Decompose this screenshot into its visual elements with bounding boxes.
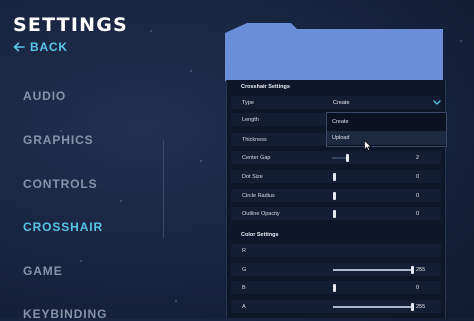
circle-radius-label: Circle Radius [242, 193, 275, 199]
color-b-label: B [242, 285, 246, 291]
dot-size-slider-handle[interactable] [333, 173, 336, 181]
color-b-value: 0 [416, 285, 420, 291]
nav-item-audio[interactable]: AUDIO [23, 89, 66, 103]
page-title: SETTINGS [13, 14, 128, 36]
circle-radius-value: 0 [416, 193, 420, 199]
color-a-row: A 255 [231, 300, 441, 313]
center-gap-label: Center Gap [242, 155, 271, 161]
nav-item-controls[interactable]: CONTROLS [23, 177, 98, 191]
dropdown-option-create-label: Create [332, 119, 349, 125]
color-a-label: A [242, 304, 246, 310]
nav-item-keybinding[interactable]: KEYBINDING [23, 307, 107, 321]
dot-size-value: 0 [416, 174, 420, 180]
panel-header-tab [225, 23, 443, 81]
dropdown-option-upload-label: Upload [332, 135, 350, 141]
nav-item-game[interactable]: GAME [23, 264, 63, 278]
nav-item-graphics[interactable]: GRAPHICS [23, 133, 94, 147]
circle-radius-slider-handle[interactable] [333, 192, 336, 200]
color-g-label: G [242, 267, 247, 273]
arrow-left-icon [13, 42, 25, 52]
color-a-slider-handle[interactable] [411, 303, 414, 311]
outline-opacity-value: 0 [416, 211, 420, 217]
color-settings-title: Color Settings [241, 232, 279, 238]
color-g-value: 255 [416, 267, 426, 273]
dropdown-option-create[interactable]: Create [327, 115, 446, 129]
center-gap-value: 2 [416, 155, 420, 161]
back-button[interactable]: BACK [13, 40, 68, 54]
crosshair-settings-title: Crosshair Settings [241, 84, 290, 90]
nav-divider [163, 140, 164, 238]
color-b-row: B 0 [231, 281, 441, 294]
outline-opacity-slider-handle[interactable] [333, 210, 336, 218]
color-a-value: 255 [416, 304, 426, 310]
outline-opacity-label: Outline Opacity [242, 211, 280, 217]
dot-size-row: Dot Size 0 [231, 170, 441, 183]
center-gap-slider-handle[interactable] [346, 154, 349, 162]
color-r-row: R [231, 244, 441, 257]
back-label: BACK [30, 40, 68, 54]
color-g-slider-handle[interactable] [411, 266, 414, 274]
mouse-cursor-icon [364, 140, 372, 151]
color-g-slider[interactable] [333, 269, 413, 271]
circle-radius-row: Circle Radius 0 [231, 189, 441, 202]
chevron-down-icon[interactable] [433, 100, 441, 105]
dot-size-label: Dot Size [242, 174, 263, 180]
nav-item-crosshair[interactable]: CROSSHAIR [23, 220, 103, 234]
color-b-slider-handle[interactable] [333, 284, 336, 292]
type-select[interactable]: Create [333, 100, 350, 106]
type-row: Type Create [231, 96, 441, 109]
type-label: Type [242, 100, 254, 106]
color-g-row: G 255 [231, 263, 441, 276]
length-label: Length [242, 117, 259, 123]
color-a-slider[interactable] [333, 306, 413, 308]
dropdown-option-upload[interactable]: Upload [327, 131, 446, 145]
thickness-label: Thickness [242, 137, 267, 143]
outline-opacity-row: Outline Opacity 0 [231, 207, 441, 220]
center-gap-row: Center Gap 2 [231, 151, 441, 164]
color-r-label: R [242, 248, 246, 254]
type-dropdown-menu: Create Upload [326, 112, 447, 147]
